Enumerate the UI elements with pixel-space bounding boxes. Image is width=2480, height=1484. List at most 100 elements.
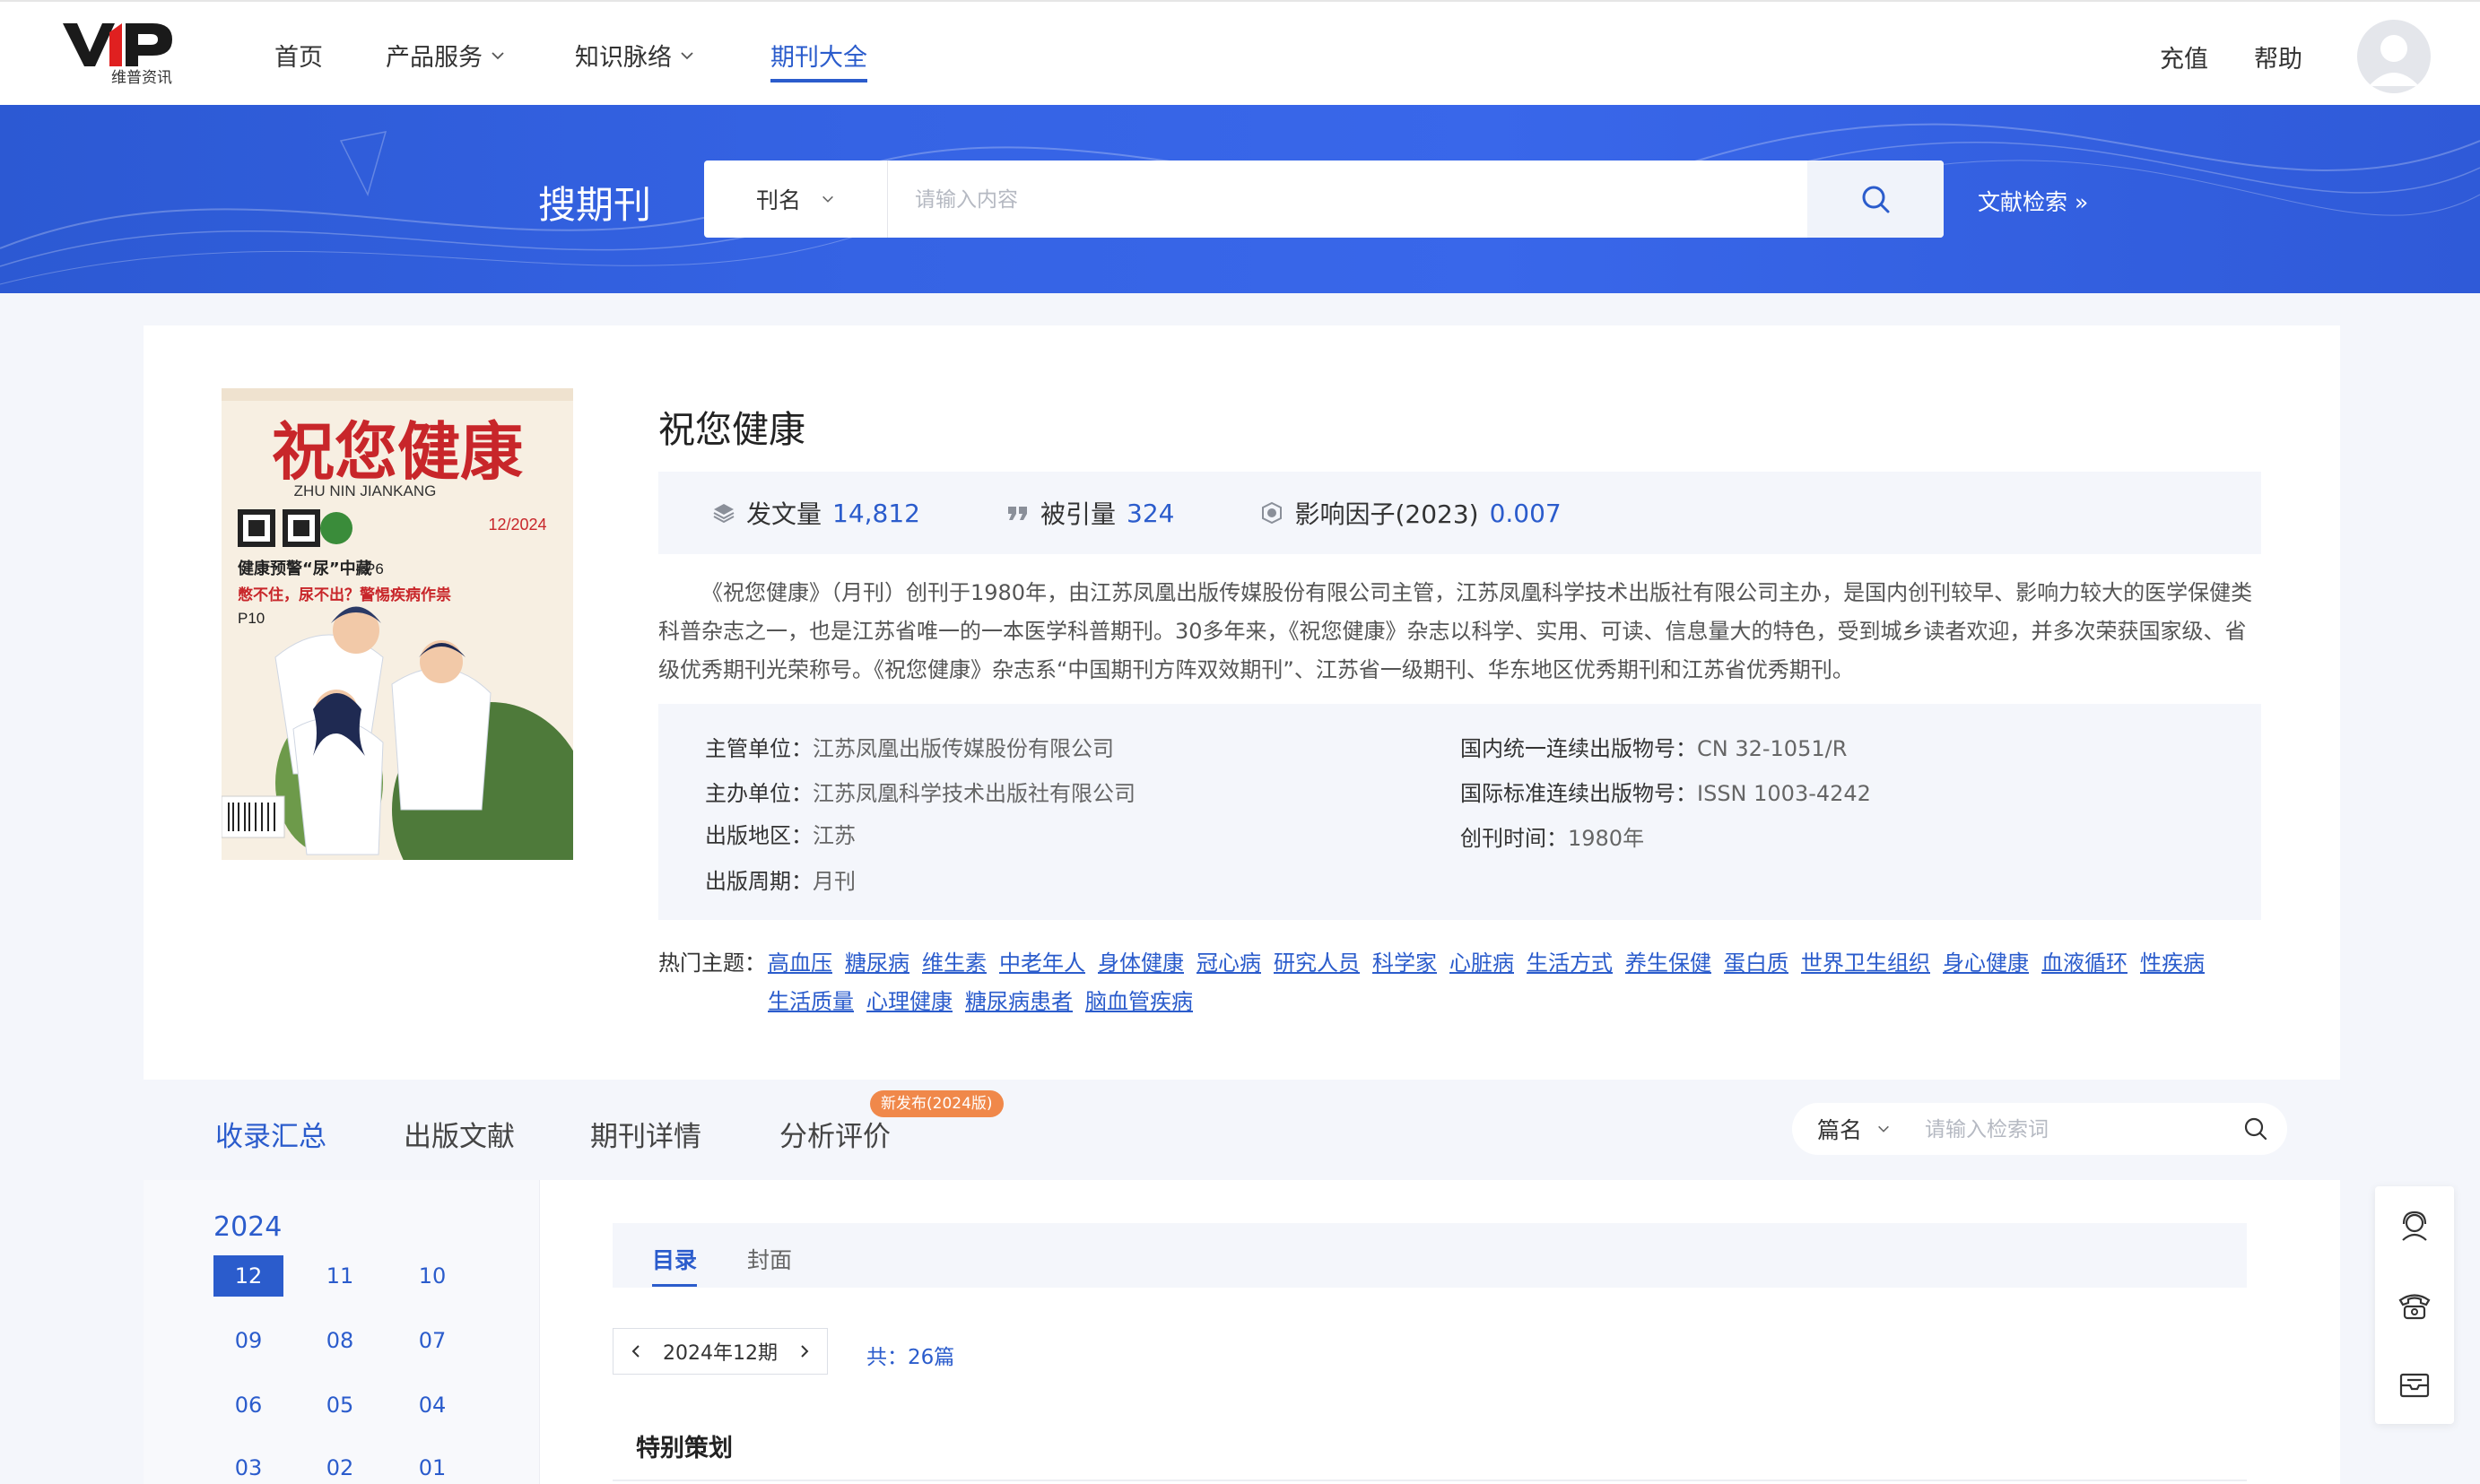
topic-link[interactable]: 中老年人 bbox=[999, 944, 1085, 983]
issue-sidebar: 2024 12 11 10 09 08 07 06 05 04 03 02 01 bbox=[144, 1180, 540, 1484]
issue-03[interactable]: 03 bbox=[213, 1447, 283, 1484]
topic-link[interactable]: 养生保健 bbox=[1625, 944, 1711, 983]
info-cn-label: 国内统一连续出版物号： bbox=[1460, 736, 1697, 761]
info-founded-value: 1980年 bbox=[1568, 826, 1645, 851]
year-label[interactable]: 2024 bbox=[213, 1211, 282, 1243]
article-search-input[interactable] bbox=[1916, 1116, 2224, 1141]
issue-08[interactable]: 08 bbox=[305, 1320, 375, 1361]
nav-knowledge[interactable]: 知识脉络 bbox=[575, 38, 695, 73]
topic-link[interactable]: 心理健康 bbox=[866, 983, 953, 1021]
topic-link[interactable]: 生活质量 bbox=[768, 983, 854, 1021]
layers-icon bbox=[713, 504, 735, 524]
stat-articles-value: 14,812 bbox=[832, 498, 920, 528]
nav-products[interactable]: 产品服务 bbox=[386, 38, 506, 73]
customer-service-button[interactable] bbox=[2375, 1186, 2454, 1265]
article-search-button[interactable] bbox=[2224, 1116, 2287, 1141]
article-search-field-label: 篇名 bbox=[1816, 1117, 1862, 1143]
cover-title: 祝您健康 bbox=[272, 414, 524, 489]
topic-link[interactable]: 血液循环 bbox=[2041, 944, 2128, 983]
info-sponsor-label: 主办单位： bbox=[705, 781, 813, 806]
nav-journals[interactable]: 期刊大全 bbox=[770, 38, 867, 82]
nav-home-label: 首页 bbox=[274, 44, 323, 72]
search-field-select[interactable]: 刊名 bbox=[704, 161, 888, 238]
search-button[interactable] bbox=[1807, 161, 1944, 238]
stat-citations: 被引量 324 bbox=[1006, 495, 1174, 531]
banner-title: 搜期刊 bbox=[538, 183, 652, 227]
issue-02[interactable]: 02 bbox=[305, 1447, 375, 1484]
search-icon bbox=[1862, 186, 1890, 213]
current-issue-label: 2024年12期 bbox=[663, 1342, 778, 1365]
recharge-link[interactable]: 充值 bbox=[2160, 39, 2208, 74]
subtab-toc[interactable]: 目录 bbox=[652, 1243, 698, 1287]
info-sponsor-value: 江苏凤凰科学技术出版社有限公司 bbox=[813, 781, 1136, 806]
topic-link[interactable]: 身体健康 bbox=[1098, 944, 1184, 983]
stat-impact: 影响因子(2023) 0.007 bbox=[1260, 495, 1562, 531]
tab-details[interactable]: 期刊详情 bbox=[590, 1114, 701, 1154]
cover-headline-2: 憋不住，尿不出？警惕疾病作祟 bbox=[238, 586, 451, 604]
vip-logo[interactable]: 维普资讯 bbox=[63, 22, 184, 87]
topic-link[interactable]: 蛋白质 bbox=[1724, 944, 1788, 983]
hot-topics-list: 高血压 糖尿病 维生素 中老年人 身体健康 冠心病 研究人员 科学家 心脏病 生活方式 养生保健 蛋白… bbox=[768, 944, 2257, 1021]
next-issue-button[interactable] bbox=[796, 1343, 813, 1359]
topic-link[interactable]: 性疾病 bbox=[2140, 944, 2205, 983]
issue-04[interactable]: 04 bbox=[397, 1384, 467, 1426]
new-release-badge: 新发布(2024版) bbox=[870, 1090, 1004, 1117]
chevron-left-icon bbox=[631, 1345, 640, 1358]
issue-01[interactable]: 01 bbox=[397, 1447, 467, 1484]
cover-illustration: 祝您健康 ZHU NIN JIANKANG 12/2024 健康预警“尿”中藏 … bbox=[222, 388, 573, 860]
topic-link[interactable]: 身心健康 bbox=[1943, 944, 2029, 983]
tab-publications[interactable]: 出版文献 bbox=[404, 1114, 515, 1154]
tab-summary[interactable]: 收录汇总 bbox=[215, 1114, 326, 1154]
stat-impact-label: 影响因子(2023) bbox=[1294, 499, 1479, 529]
article-search-field-select[interactable]: 篇名 bbox=[1792, 1113, 1916, 1145]
issue-11[interactable]: 11 bbox=[305, 1255, 375, 1297]
issue-09[interactable]: 09 bbox=[213, 1320, 283, 1361]
vip-logo-mark bbox=[63, 23, 172, 66]
issue-pager: 2024年12期 bbox=[613, 1328, 828, 1375]
stat-articles-label: 发文量 bbox=[746, 499, 822, 529]
tab-analysis[interactable]: 分析评价 bbox=[779, 1114, 891, 1154]
nav-home[interactable]: 首页 bbox=[274, 38, 323, 73]
topic-link[interactable]: 世界卫生组织 bbox=[1801, 944, 1930, 983]
issue-12[interactable]: 12 bbox=[213, 1255, 283, 1297]
topic-link[interactable]: 脑血管疾病 bbox=[1085, 983, 1193, 1021]
journal-cover-image: 祝您健康 ZHU NIN JIANKANG 12/2024 健康预警“尿”中藏 … bbox=[222, 388, 573, 860]
journal-search-box: 刊名 bbox=[704, 161, 1944, 238]
topic-link[interactable]: 生活方式 bbox=[1527, 944, 1613, 983]
topic-link[interactable]: 维生素 bbox=[922, 944, 987, 983]
phone-button[interactable] bbox=[2375, 1265, 2454, 1344]
article-search-box: 篇名 bbox=[1792, 1103, 2287, 1155]
info-cn: 国内统一连续出版物号：CN 32-1051/R bbox=[1460, 731, 1847, 762]
topic-link[interactable]: 科学家 bbox=[1372, 944, 1437, 983]
issue-06[interactable]: 06 bbox=[213, 1384, 283, 1426]
help-link[interactable]: 帮助 bbox=[2254, 39, 2302, 74]
chevron-right-icon bbox=[801, 1345, 809, 1358]
floating-toolbar bbox=[2375, 1186, 2454, 1424]
info-founded-label: 创刊时间： bbox=[1460, 826, 1568, 851]
chevron-down-icon bbox=[681, 51, 693, 59]
prev-issue-button[interactable] bbox=[628, 1343, 644, 1359]
cover-page-2: P10 bbox=[238, 610, 265, 627]
topic-link[interactable]: 糖尿病患者 bbox=[965, 983, 1073, 1021]
journal-search-input[interactable] bbox=[888, 161, 1807, 238]
topic-link[interactable]: 研究人员 bbox=[1274, 944, 1360, 983]
topic-link[interactable]: 高血压 bbox=[768, 944, 832, 983]
issue-07[interactable]: 07 bbox=[397, 1320, 467, 1361]
subtab-cover[interactable]: 封面 bbox=[747, 1243, 792, 1275]
issue-05[interactable]: 05 bbox=[305, 1384, 375, 1426]
topic-link[interactable]: 心脏病 bbox=[1449, 944, 1514, 983]
issue-10[interactable]: 10 bbox=[397, 1255, 467, 1297]
literature-search-link[interactable]: 文献检索 » bbox=[1978, 185, 2088, 217]
topic-link[interactable]: 冠心病 bbox=[1196, 944, 1261, 983]
stat-articles: 发文量 14,812 bbox=[712, 495, 920, 531]
user-avatar[interactable] bbox=[2357, 20, 2431, 93]
cover-page-1: P6 bbox=[365, 560, 384, 577]
info-founded: 创刊时间：1980年 bbox=[1460, 820, 1644, 852]
content-subtabs: 目录 封面 bbox=[613, 1223, 2247, 1288]
topic-link[interactable]: 糖尿病 bbox=[845, 944, 909, 983]
feedback-button[interactable] bbox=[2375, 1344, 2454, 1423]
chevron-down-icon bbox=[492, 51, 504, 59]
nav-knowledge-label: 知识脉络 bbox=[575, 44, 672, 72]
info-region-value: 江苏 bbox=[813, 823, 856, 848]
user-icon bbox=[2369, 35, 2419, 86]
